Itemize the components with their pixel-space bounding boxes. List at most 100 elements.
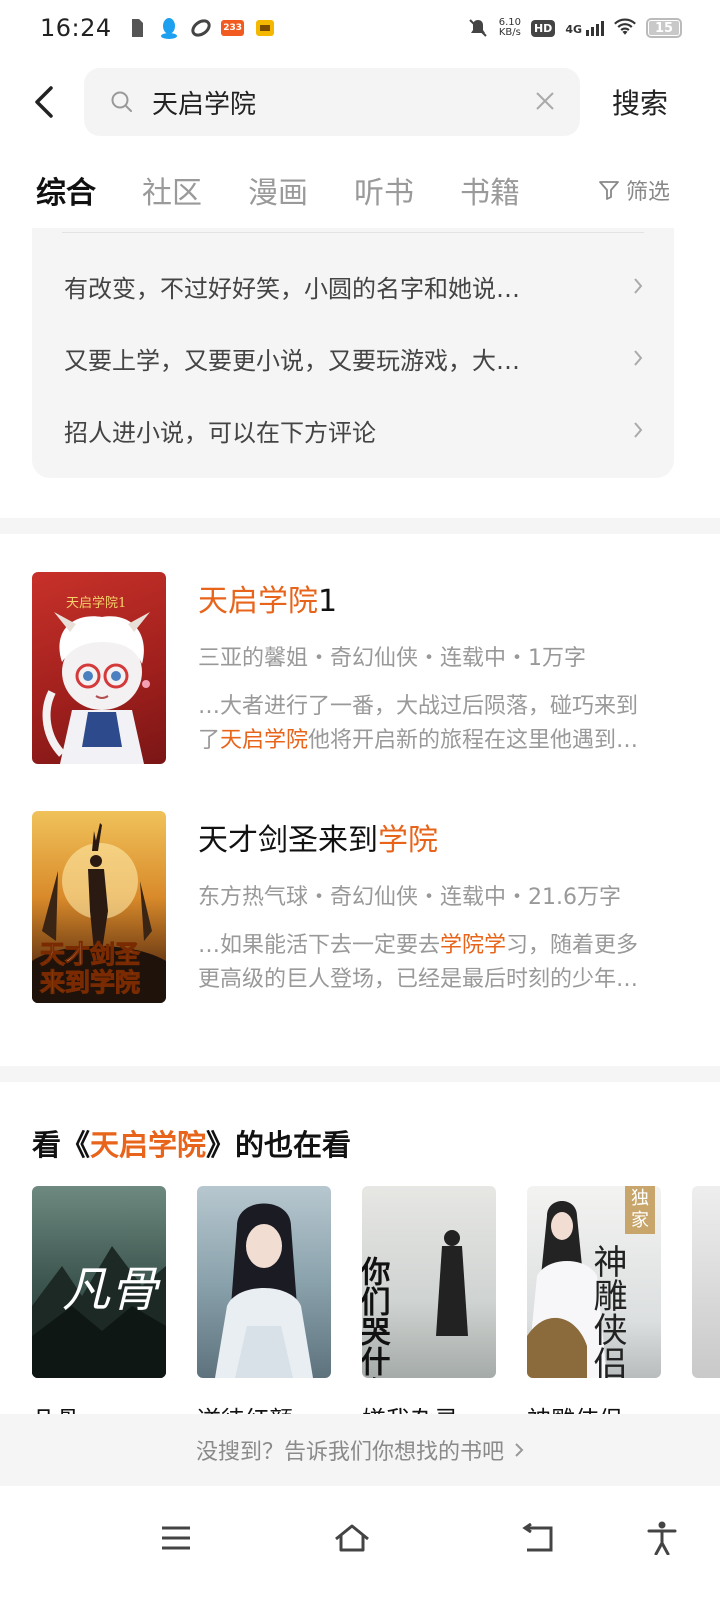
desc-text: 他将开启新的旅程在这里他遇到… bbox=[308, 728, 639, 753]
topic-item[interactable]: 又要上学，又要更小说，又要玩游戏，大… bbox=[64, 338, 644, 378]
status-time: 16:24 bbox=[40, 14, 112, 42]
recommended-book[interactable]: 你们哭什么 嫌我杂灵 bbox=[362, 1186, 496, 1416]
also-watching-title: 看《天启学院》的也在看 bbox=[32, 1122, 351, 1164]
back-arrow-icon bbox=[35, 86, 53, 118]
calligraphy-cover-illustration: 你们哭什么 bbox=[362, 1230, 468, 1378]
swordsman-silhouette-illustration: 天才剑圣 来到学院 bbox=[32, 823, 166, 1003]
topic-item[interactable]: 有改变，不过好好笑，小圆的名字和她说… bbox=[64, 266, 644, 306]
recommended-book[interactable]: 逆徒红颜 bbox=[197, 1186, 331, 1416]
back-nav-button[interactable] bbox=[508, 1508, 568, 1568]
mute-icon bbox=[467, 17, 489, 39]
cover-title-text: 凡骨 bbox=[62, 1262, 161, 1318]
title-highlight: 学院 bbox=[378, 823, 438, 858]
net-speed: 6.10 KB/s bbox=[499, 18, 521, 38]
book-info: 天才剑圣来到学院 东方热气球・奇幻仙侠・连载中・21.6万字 …如果能活下去一定… bbox=[198, 815, 668, 997]
cover-title-line2: 来到学院 bbox=[40, 968, 140, 997]
hd-badge: HD bbox=[530, 19, 556, 37]
notification-icons: 233 bbox=[126, 17, 276, 39]
title-text: 天才剑圣来到 bbox=[198, 823, 378, 858]
net-speed-unit: KB/s bbox=[498, 27, 521, 38]
app-yellow-icon bbox=[254, 17, 276, 39]
cover-title-line1: 天才剑圣 bbox=[40, 940, 141, 969]
recommended-book[interactable]: 凡骨 凡骨 bbox=[32, 1186, 166, 1416]
book-title: 天才剑圣来到学院 bbox=[198, 815, 668, 859]
book-cover[interactable]: 天才剑圣 来到学院 bbox=[32, 811, 166, 1003]
network-type: 4G bbox=[565, 22, 582, 36]
book-description: …大者进行了一番，大战过后陨落，碰巧来到 了天启学院他将开启新的旅程在这里他遇到… bbox=[198, 690, 668, 758]
feedback-link[interactable]: 没搜到？告诉我们你想找的书吧 bbox=[0, 1414, 720, 1486]
recommendation-row: 凡骨 凡骨 逆徒红颜 你们哭什么 嫌我杂灵 bbox=[32, 1186, 720, 1416]
app-233-icon: 233 bbox=[221, 17, 245, 39]
tab-community[interactable]: 社区 bbox=[142, 168, 202, 212]
battery-icon: 15 bbox=[646, 18, 682, 38]
desc-highlight: 学院学 bbox=[440, 933, 507, 958]
recommended-book[interactable]: 神雕侠侣 独家 神雕侠侣 bbox=[527, 1186, 661, 1416]
accessibility-icon bbox=[647, 1521, 677, 1555]
menu-button[interactable] bbox=[146, 1508, 206, 1568]
tab-comics[interactable]: 漫画 bbox=[248, 168, 308, 212]
filter-button[interactable]: 筛选 bbox=[598, 174, 670, 206]
chevron-right-icon bbox=[634, 278, 643, 294]
title-highlight: 天启学院 bbox=[198, 584, 318, 619]
chevron-right-icon bbox=[634, 350, 643, 366]
desc-line: …如果能活下去一定要去学院学习，随着更多 bbox=[198, 929, 668, 963]
book-result-item[interactable]: 天才剑圣 来到学院 天才剑圣来到学院 东方热气球・奇幻仙侠・连载中・21.6万字… bbox=[32, 811, 692, 1007]
tab-books[interactable]: 书籍 bbox=[460, 168, 520, 212]
chevron-right-icon bbox=[515, 1443, 524, 1457]
cover-title-text: 你们哭什么 bbox=[362, 1256, 392, 1378]
home-button[interactable] bbox=[322, 1508, 382, 1568]
back-nav-icon bbox=[522, 1523, 553, 1552]
book-cover[interactable]: 天启学院1 bbox=[32, 572, 166, 764]
accessibility-button[interactable] bbox=[632, 1508, 692, 1568]
cover-title-text: 天启学院1 bbox=[66, 595, 126, 611]
search-header: 天启学院 搜索 bbox=[0, 66, 720, 138]
section-divider bbox=[0, 1066, 720, 1082]
desc-text: 习，随着更多 bbox=[506, 933, 639, 958]
book-cover[interactable]: 你们哭什么 bbox=[362, 1186, 496, 1378]
search-input[interactable]: 天启学院 bbox=[84, 68, 580, 136]
desc-text: …如果能活下去一定要去 bbox=[198, 933, 441, 958]
status-bar: 16:24 233 6.10 KB/s HD 4G 15 bbox=[0, 0, 720, 56]
book-cover[interactable] bbox=[197, 1186, 331, 1378]
sim-icon bbox=[126, 17, 148, 39]
book-cover[interactable]: 神雕侠侣 独家 bbox=[527, 1186, 661, 1378]
tab-all[interactable]: 综合 bbox=[36, 168, 96, 212]
book-cover[interactable]: 凡骨 bbox=[32, 1186, 166, 1378]
anime-girl-illustration: 天启学院1 bbox=[42, 595, 150, 764]
search-icon bbox=[111, 91, 132, 112]
book-info: 天启学院1 三亚的馨姐・奇幻仙侠・连载中・1万字 …大者进行了一番，大战过后陨落… bbox=[198, 576, 668, 758]
chevron-right-icon bbox=[634, 422, 643, 438]
system-navigation-bar bbox=[0, 1486, 720, 1600]
section-divider bbox=[0, 518, 720, 534]
battery-level: 15 bbox=[654, 20, 674, 36]
title-highlight: 天启学院 bbox=[90, 1128, 207, 1162]
search-query[interactable]: 天启学院 bbox=[152, 84, 256, 121]
topic-text: 招人进小说，可以在下方评论 bbox=[64, 418, 376, 447]
feedback-text: 没搜到？告诉我们你想找的书吧 bbox=[195, 1440, 504, 1465]
divider bbox=[62, 232, 644, 233]
home-icon bbox=[335, 1524, 369, 1552]
tab-audiobooks[interactable]: 听书 bbox=[354, 168, 414, 212]
recommended-book-partial[interactable] bbox=[692, 1186, 720, 1378]
desc-line: 更高级的巨人登场，已经是最后时刻的少年… bbox=[198, 967, 639, 992]
clear-icon[interactable] bbox=[534, 90, 556, 112]
back-button[interactable] bbox=[22, 78, 66, 126]
woman-portrait-illustration bbox=[215, 1203, 313, 1378]
desc-highlight: 天启学院 bbox=[220, 728, 309, 753]
book-cover[interactable] bbox=[692, 1186, 720, 1378]
topic-text: 又要上学，又要更小说，又要玩游戏，大… bbox=[64, 346, 520, 375]
menu-icon bbox=[162, 1526, 190, 1550]
search-submit-button[interactable]: 搜索 bbox=[612, 82, 668, 122]
book-description: …如果能活下去一定要去学院学习，随着更多 更高级的巨人登场，已经是最后时刻的少年… bbox=[198, 929, 668, 997]
wifi-icon bbox=[614, 17, 636, 39]
book-meta: 三亚的馨姐・奇幻仙侠・连载中・1万字 bbox=[198, 646, 586, 671]
filter-icon bbox=[599, 181, 619, 200]
title-text: 》的也在看 bbox=[206, 1128, 352, 1162]
book-result-item[interactable]: 天启学院1 天启学院1 三亚的馨姐・奇幻仙侠・连载中・1万字 …大者进行了一番，… bbox=[32, 572, 692, 768]
link-app-icon bbox=[190, 17, 212, 39]
exclusive-badge: 独家 bbox=[625, 1186, 655, 1234]
topic-item[interactable]: 招人进小说，可以在下方评论 bbox=[64, 410, 644, 450]
desc-line: …大者进行了一番，大战过后陨落，碰巧来到 bbox=[198, 694, 639, 719]
desc-line: 了天启学院他将开启新的旅程在这里他遇到… bbox=[198, 724, 668, 758]
community-topics-card: 有改变，不过好好笑，小圆的名字和她说… 又要上学，又要更小说，又要玩游戏，大… … bbox=[32, 228, 674, 478]
